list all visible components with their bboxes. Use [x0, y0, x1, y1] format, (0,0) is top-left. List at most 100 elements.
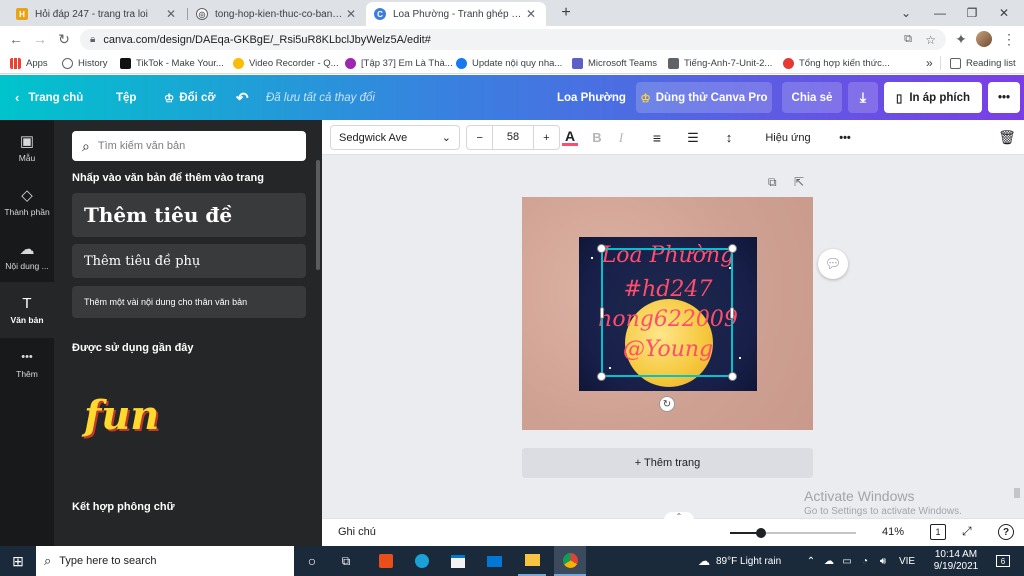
browser-tab[interactable]: ◎ tong-hop-kien-thuc-co-ban-mon ✕	[188, 2, 366, 26]
tab-close-icon[interactable]: ✕	[164, 7, 178, 21]
zoom-percent[interactable]: 41%	[882, 526, 904, 538]
design-page[interactable]: Loa Phường #hd247 hong622009 @Young ↻	[522, 197, 813, 430]
rail-item-templates[interactable]: ▣ Mẫu	[0, 120, 54, 176]
reading-list-button[interactable]: Reading list	[950, 55, 1016, 71]
bookmark-facebook[interactable]: Update nội quy nha...	[456, 55, 562, 71]
print-poster-button[interactable]: ▯ In áp phích	[884, 82, 982, 113]
edge-app-icon[interactable]	[408, 546, 436, 576]
translate-icon[interactable]: ⧉	[904, 33, 912, 46]
recent-text-sample[interactable]: fun	[84, 392, 159, 439]
network-icon[interactable]: ◔	[858, 546, 872, 576]
duplicate-page-icon[interactable]: ⧉	[768, 175, 777, 190]
tray-chevron-icon[interactable]: ⌃	[804, 546, 818, 576]
font-picker[interactable]: Sedgwick Ave ⌄	[330, 125, 460, 150]
undo-icon[interactable]: ↶	[236, 75, 249, 120]
new-tab-button[interactable]: +	[550, 0, 582, 26]
notes-button[interactable]: Ghi chú	[338, 526, 376, 538]
resize-button[interactable]: ♔ Đổi cỡ	[164, 75, 216, 120]
reload-icon[interactable]: ↻	[55, 30, 73, 48]
rail-item-text[interactable]: T Văn bản	[0, 282, 54, 338]
add-body-text-button[interactable]: Thêm một vài nội dung cho thân văn bản	[72, 286, 306, 318]
browser-tab[interactable]: H Hỏi đáp 247 - trang tra loi ✕	[8, 2, 186, 26]
task-view-icon[interactable]: ⧉	[332, 546, 360, 576]
zoom-slider[interactable]	[730, 528, 856, 538]
trash-icon[interactable]: 🗑︎	[996, 120, 1018, 155]
font-size-stepper[interactable]: − 58 +	[466, 125, 560, 150]
bold-button[interactable]: B	[588, 120, 606, 155]
cortana-icon[interactable]: ○	[298, 546, 326, 576]
decrease-size-button[interactable]: −	[467, 132, 492, 144]
chrome-menu-icon[interactable]: ⋮	[1000, 30, 1018, 48]
chrome-app-icon[interactable]	[554, 546, 586, 576]
increase-size-button[interactable]: +	[534, 132, 559, 144]
add-page-button[interactable]: + Thêm trang	[522, 448, 813, 478]
more-bookmarks-button[interactable]: »	[926, 55, 933, 71]
resize-handle[interactable]	[728, 244, 737, 253]
minimize-button[interactable]: —	[924, 0, 956, 26]
file-menu-button[interactable]: Tệp	[116, 75, 136, 120]
clock[interactable]: 10:14 AM 9/19/2021	[924, 546, 988, 576]
share-button[interactable]: Chia sẻ	[782, 82, 842, 113]
align-center-icon[interactable]: ≡	[648, 120, 666, 155]
back-icon[interactable]: ←	[7, 30, 25, 48]
explorer-app-icon[interactable]	[518, 546, 546, 576]
rail-item-more[interactable]: ••• Thêm	[0, 336, 54, 392]
more-options-button[interactable]: •••	[988, 82, 1020, 113]
design-title[interactable]: Loa Phường	[557, 75, 626, 120]
zoom-slider-knob[interactable]	[756, 528, 766, 538]
bookmark-history[interactable]: History	[62, 55, 108, 71]
browser-tab-active[interactable]: C Loa Phường - Tranh ghép ảnh ✕	[366, 2, 546, 26]
page-count-button[interactable]: 1	[930, 524, 946, 540]
weather-widget[interactable]: ☁ 89°F Light rain	[698, 546, 802, 576]
resize-handle[interactable]	[728, 372, 737, 381]
store-app-icon[interactable]	[444, 546, 472, 576]
side-handle[interactable]	[600, 307, 604, 319]
bookmark-tieng-anh[interactable]: Tiếng-Anh-7-Unit-2...	[668, 55, 772, 71]
expand-pages-icon[interactable]: ⌃	[664, 512, 694, 521]
bookmark-tiktok[interactable]: TikTok - Make Your...	[120, 55, 224, 71]
help-icon[interactable]: ?	[998, 524, 1014, 540]
text-color-button[interactable]: A	[562, 120, 578, 155]
panel-scrollbar[interactable]	[316, 160, 320, 270]
volume-icon[interactable]: 🔊︎	[876, 546, 890, 576]
tab-close-icon[interactable]: ✕	[344, 7, 358, 21]
font-size-value[interactable]: 58	[492, 125, 534, 150]
profile-avatar[interactable]	[976, 31, 992, 47]
bookmark-teams[interactable]: Microsoft Teams	[572, 55, 657, 71]
spacing-icon[interactable]: ↕	[720, 120, 738, 155]
fullscreen-icon[interactable]: ⤢	[962, 524, 972, 539]
try-pro-button[interactable]: ♔ Dùng thử Canva Pro	[636, 82, 772, 113]
bookmark-episode[interactable]: [Tập 37] Em Là Thà...	[345, 55, 453, 71]
forward-icon[interactable]: →	[31, 30, 49, 48]
office-app-icon[interactable]	[372, 546, 400, 576]
add-subheading-button[interactable]: Thêm tiêu đề phụ	[72, 244, 306, 278]
bookmark-tong-hop[interactable]: Tổng hợp kiến thức...	[783, 55, 890, 71]
workspace-scrollbar[interactable]	[1014, 488, 1020, 498]
add-heading-button[interactable]: Thêm tiêu đề	[72, 193, 306, 237]
bookmark-video-recorder[interactable]: Video Recorder - Q...	[233, 55, 339, 71]
extensions-icon[interactable]: ✦	[952, 30, 970, 48]
rail-item-uploads[interactable]: ☁ Nội dung ...	[0, 228, 54, 284]
close-window-button[interactable]: ✕	[988, 0, 1020, 26]
bookmark-apps[interactable]: Apps	[10, 55, 48, 71]
restore-button[interactable]: ❐	[956, 0, 988, 26]
download-icon[interactable]: ⤓	[848, 82, 878, 113]
star-icon[interactable]: ☆	[925, 33, 936, 47]
language-indicator[interactable]: VIE	[894, 546, 920, 576]
add-page-icon[interactable]: ⇱	[794, 175, 804, 189]
omnibox[interactable]: 🔒︎ canva.com/design/DAEqa-GKBgE/_Rsi5uR8…	[80, 29, 946, 50]
resize-handle[interactable]	[597, 372, 606, 381]
tab-close-icon[interactable]: ✕	[524, 7, 538, 21]
list-icon[interactable]: ☰	[684, 120, 702, 155]
toolbar-more-button[interactable]: •••	[830, 120, 860, 155]
comment-icon[interactable]: 💬︎	[818, 249, 848, 279]
onedrive-icon[interactable]: ☁	[822, 546, 836, 576]
home-button[interactable]: ‹ Trang chủ	[15, 75, 83, 120]
italic-button[interactable]: I	[612, 120, 630, 155]
resize-handle[interactable]	[597, 244, 606, 253]
battery-icon[interactable]: ▭	[840, 546, 854, 576]
tab-search-icon[interactable]: ⌄	[890, 0, 922, 26]
rotate-icon[interactable]: ↻	[659, 396, 675, 412]
windows-start-icon[interactable]: ⊞	[0, 546, 36, 576]
rail-item-elements[interactable]: ◇ Thành phần	[0, 174, 54, 230]
